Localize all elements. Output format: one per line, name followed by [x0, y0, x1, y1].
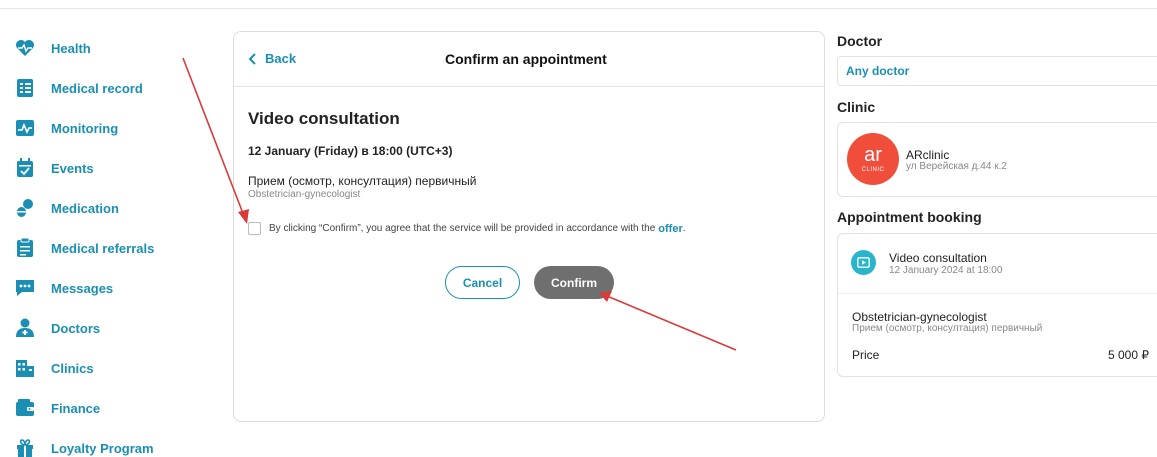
- sidebar-item-medical-referrals[interactable]: Medical referrals: [14, 236, 154, 260]
- building-icon: [14, 357, 36, 379]
- agreement-row: By clicking “Confirm”, you agree that th…: [248, 222, 686, 235]
- sidebar-item-events[interactable]: Events: [14, 156, 94, 180]
- gift-icon: [14, 437, 36, 457]
- offer-link[interactable]: offer: [658, 223, 682, 235]
- heart-icon: [14, 37, 36, 59]
- chat-icon: [14, 277, 36, 299]
- sidebar-item-label: Medical record: [51, 80, 143, 96]
- appointment-datetime: 12 January (Friday) в 18:00 (UTC+3): [248, 144, 453, 158]
- clipboard-icon: [14, 237, 36, 259]
- service-name: Прием (осмотр, консултация) первичный: [248, 174, 477, 188]
- booking-specialty: Obstetrician-gynecologist: [852, 310, 987, 324]
- booking-date: 12 January 2024 at 18:00: [889, 265, 1003, 276]
- chart-icon: [14, 117, 36, 139]
- consultation-title: Video consultation: [248, 109, 400, 128]
- sidebar-item-monitoring[interactable]: Monitoring: [14, 116, 118, 140]
- logo-text: ar: [864, 143, 882, 166]
- price-label: Price: [852, 348, 880, 362]
- booking-divider: [838, 293, 1157, 294]
- clinic-card[interactable]: ar CLINIC ARclinic ул Верейская д.44 к.2: [837, 122, 1157, 197]
- sidebar-item-label: Doctors: [51, 320, 101, 336]
- doctor-icon: [14, 317, 36, 339]
- video-icon: [851, 250, 876, 275]
- booking-service: Прием (осмотр, консултация) первичный: [852, 323, 1043, 334]
- doctor-section-title: Doctor: [837, 33, 883, 49]
- sidebar-item-finance[interactable]: Finance: [14, 396, 100, 420]
- agreement-period: .: [682, 223, 686, 234]
- chevron-left-icon: [248, 52, 256, 65]
- agreement-checkbox[interactable]: [248, 222, 261, 235]
- sidebar-item-health[interactable]: Health: [14, 36, 91, 60]
- page-title: Confirm an appointment: [445, 51, 607, 67]
- clinic-logo: ar CLINIC: [847, 133, 899, 185]
- clinic-address: ул Верейская д.44 к.2: [906, 161, 1007, 172]
- wallet-icon: [14, 397, 36, 419]
- sidebar-item-doctors[interactable]: Doctors: [14, 316, 100, 340]
- top-divider: [0, 8, 1157, 9]
- sidebar-item-label: Finance: [51, 400, 101, 416]
- booking-type: Video consultation: [889, 251, 987, 265]
- agreement-text: By clicking “Confirm”, you agree that th…: [269, 223, 656, 234]
- clinic-section-title: Clinic: [837, 99, 876, 115]
- sidebar-item-label: Messages: [51, 280, 114, 296]
- sidebar-item-loyalty-program[interactable]: Loyalty Program: [14, 436, 154, 457]
- calendar-icon: [14, 157, 36, 179]
- cancel-button[interactable]: Cancel: [445, 266, 520, 299]
- pills-icon: [14, 197, 36, 219]
- sidebar-item-label: Clinics: [51, 360, 94, 376]
- sidebar-item-messages[interactable]: Messages: [14, 276, 113, 300]
- card-header: Back Confirm an appointment: [234, 32, 824, 87]
- sidebar-item-medical-record[interactable]: Medical record: [14, 76, 143, 100]
- confirm-button[interactable]: Confirm: [534, 266, 614, 299]
- clinic-name: ARclinic: [906, 148, 950, 162]
- doctor-select[interactable]: Any doctor: [837, 56, 1157, 86]
- back-label: Back: [265, 51, 297, 66]
- sidebar-item-medication[interactable]: Medication: [14, 196, 119, 220]
- notebook-icon: [14, 77, 36, 99]
- sidebar-item-label: Health: [51, 40, 91, 56]
- sidebar-item-clinics[interactable]: Clinics: [14, 356, 94, 380]
- sidebar-item-label: Loyalty Program: [51, 440, 154, 456]
- price-value: 5 000 ₽: [1108, 348, 1149, 362]
- doctor-specialty: Obstetrician-gynecologist: [248, 189, 361, 200]
- logo-subtext: CLINIC: [861, 166, 885, 173]
- booking-summary: Video consultation 12 January 2024 at 18…: [837, 233, 1157, 377]
- back-button[interactable]: Back: [248, 51, 296, 66]
- booking-section-title: Appointment booking: [837, 209, 982, 225]
- sidebar-item-label: Monitoring: [51, 120, 119, 136]
- sidebar-item-label: Medication: [51, 200, 119, 216]
- sidebar-item-label: Events: [51, 160, 94, 176]
- sidebar-item-label: Medical referrals: [51, 240, 155, 256]
- confirm-appointment-card: Back Confirm an appointment Video consul…: [233, 31, 825, 422]
